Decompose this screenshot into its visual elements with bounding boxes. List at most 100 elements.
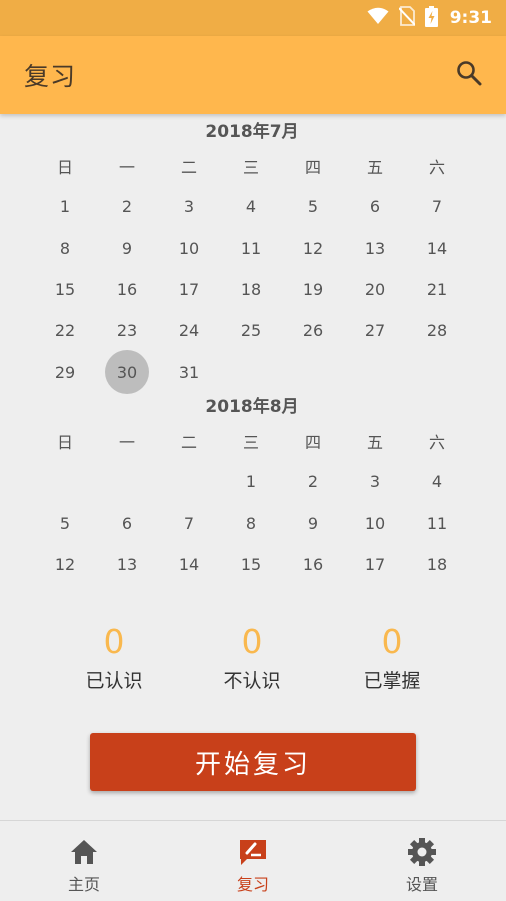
- day-cell[interactable]: 9: [96, 227, 158, 268]
- day-cell[interactable]: 7: [406, 186, 468, 227]
- empty-day-cell: [96, 461, 158, 502]
- day-cell[interactable]: 10: [344, 502, 406, 543]
- day-cell[interactable]: 1: [220, 461, 282, 502]
- day-number: 18: [240, 279, 262, 299]
- day-number: 5: [307, 197, 319, 217]
- day-cell[interactable]: 2: [282, 461, 344, 502]
- stat-unknown: 0 不认识: [192, 620, 312, 693]
- day-number: 17: [178, 279, 200, 299]
- nav-label: 复习: [236, 875, 269, 894]
- day-number: 8: [245, 513, 257, 533]
- day-cell[interactable]: 12: [282, 227, 344, 268]
- day-cell[interactable]: 2: [96, 186, 158, 227]
- day-cell[interactable]: 7: [158, 502, 220, 543]
- day-cell[interactable]: 14: [406, 227, 468, 268]
- weekday-label: 五: [366, 158, 383, 177]
- day-number: 7: [183, 513, 195, 533]
- weekday-label: 一: [118, 158, 135, 177]
- start-review-button[interactable]: 开始复习: [90, 733, 416, 791]
- weekday-label: 六: [428, 433, 445, 452]
- weekday-label: 一: [118, 433, 135, 452]
- day-cell[interactable]: 6: [96, 502, 158, 543]
- day-cell[interactable]: 18: [220, 269, 282, 310]
- weekday-label: 五: [366, 433, 383, 452]
- day-cell[interactable]: 4: [406, 461, 468, 502]
- day-cell[interactable]: 18: [406, 544, 468, 585]
- day-cell[interactable]: 16: [282, 544, 344, 585]
- stat-known: 0 已认识: [54, 620, 174, 693]
- day-number: 21: [426, 279, 448, 299]
- weekday-label: 三: [242, 433, 259, 452]
- day-cell[interactable]: 1: [34, 186, 96, 227]
- day-cell[interactable]: 11: [406, 502, 468, 543]
- day-number: 9: [121, 238, 133, 258]
- day-cell[interactable]: 3: [158, 186, 220, 227]
- day-cell[interactable]: 15: [220, 544, 282, 585]
- day-cell[interactable]: 13: [96, 544, 158, 585]
- day-cell[interactable]: 11: [220, 227, 282, 268]
- day-cell[interactable]: 10: [158, 227, 220, 268]
- day-cell[interactable]: 26: [282, 310, 344, 351]
- day-cell[interactable]: 12: [34, 544, 96, 585]
- day-number: 3: [369, 472, 381, 492]
- stat-label: 不认识: [223, 670, 281, 692]
- day-cell[interactable]: 17: [158, 269, 220, 310]
- day-number: 18: [426, 554, 448, 574]
- status-bar: 9:31: [0, 0, 506, 36]
- day-cell[interactable]: 27: [344, 310, 406, 351]
- weekday-label: 三: [242, 158, 259, 177]
- day-number: 4: [245, 197, 257, 217]
- day-number: 16: [302, 554, 324, 574]
- day-cell[interactable]: 25: [220, 310, 282, 351]
- nav-item-settings[interactable]: 设置: [362, 821, 482, 901]
- day-cell[interactable]: 23: [96, 310, 158, 351]
- day-cell[interactable]: 22: [34, 310, 96, 351]
- day-number: 30: [105, 350, 149, 395]
- day-cell[interactable]: 21: [406, 269, 468, 310]
- day-cell[interactable]: 3: [344, 461, 406, 502]
- day-cell[interactable]: 16: [96, 269, 158, 310]
- day-cell[interactable]: 8: [220, 502, 282, 543]
- weekday-label: 日: [56, 158, 73, 177]
- day-cell[interactable]: 31: [158, 352, 220, 393]
- month-july: 2018年7月 日一二三四五六 1 2 3 4 5 6 7 8 9 10 11 12 13 14 15 16 1…: [34, 118, 470, 395]
- nav-item-review[interactable]: 复习: [193, 821, 313, 901]
- day-number: 10: [364, 513, 386, 533]
- day-number: 12: [302, 238, 324, 258]
- day-number: 31: [178, 362, 200, 382]
- day-cell[interactable]: 24: [158, 310, 220, 351]
- weekday-label: 二: [180, 158, 197, 177]
- weekday-label: 四: [304, 158, 321, 177]
- day-cell[interactable]: 5: [34, 502, 96, 543]
- nav-item-home[interactable]: 主页: [24, 821, 144, 901]
- day-cell[interactable]: 15: [34, 269, 96, 310]
- day-cell[interactable]: 17: [344, 544, 406, 585]
- nav-label: 主页: [67, 875, 100, 894]
- day-number: 29: [54, 362, 76, 382]
- search-icon: [456, 60, 482, 90]
- search-button[interactable]: [452, 58, 486, 92]
- day-cell[interactable]: 19: [282, 269, 344, 310]
- nav-label: 设置: [405, 875, 438, 894]
- month-title: 2018年7月: [205, 122, 299, 142]
- day-number: 6: [369, 197, 381, 217]
- day-number: 4: [431, 472, 443, 492]
- day-cell[interactable]: 13: [344, 227, 406, 268]
- day-cell[interactable]: 20: [344, 269, 406, 310]
- day-cell[interactable]: 9: [282, 502, 344, 543]
- day-number: 27: [364, 321, 386, 341]
- day-cell[interactable]: 5: [282, 186, 344, 227]
- weekday-label: 二: [180, 433, 197, 452]
- day-number: 13: [116, 554, 138, 574]
- day-number: 14: [178, 554, 200, 574]
- selected-day-cell[interactable]: 30: [96, 350, 158, 395]
- day-cell[interactable]: 29: [34, 352, 96, 393]
- day-cell[interactable]: 8: [34, 227, 96, 268]
- day-cell[interactable]: 4: [220, 186, 282, 227]
- day-cell[interactable]: 14: [158, 544, 220, 585]
- day-cell[interactable]: 6: [344, 186, 406, 227]
- day-grid: 1 2 3 4 5 6 7 8 9 10 11 12 13 14 15 16 17 18 19 20 21 22 23 24 2…: [34, 186, 470, 395]
- day-number: 19: [302, 279, 324, 299]
- day-cell[interactable]: 28: [406, 310, 468, 351]
- day-number: 23: [116, 321, 138, 341]
